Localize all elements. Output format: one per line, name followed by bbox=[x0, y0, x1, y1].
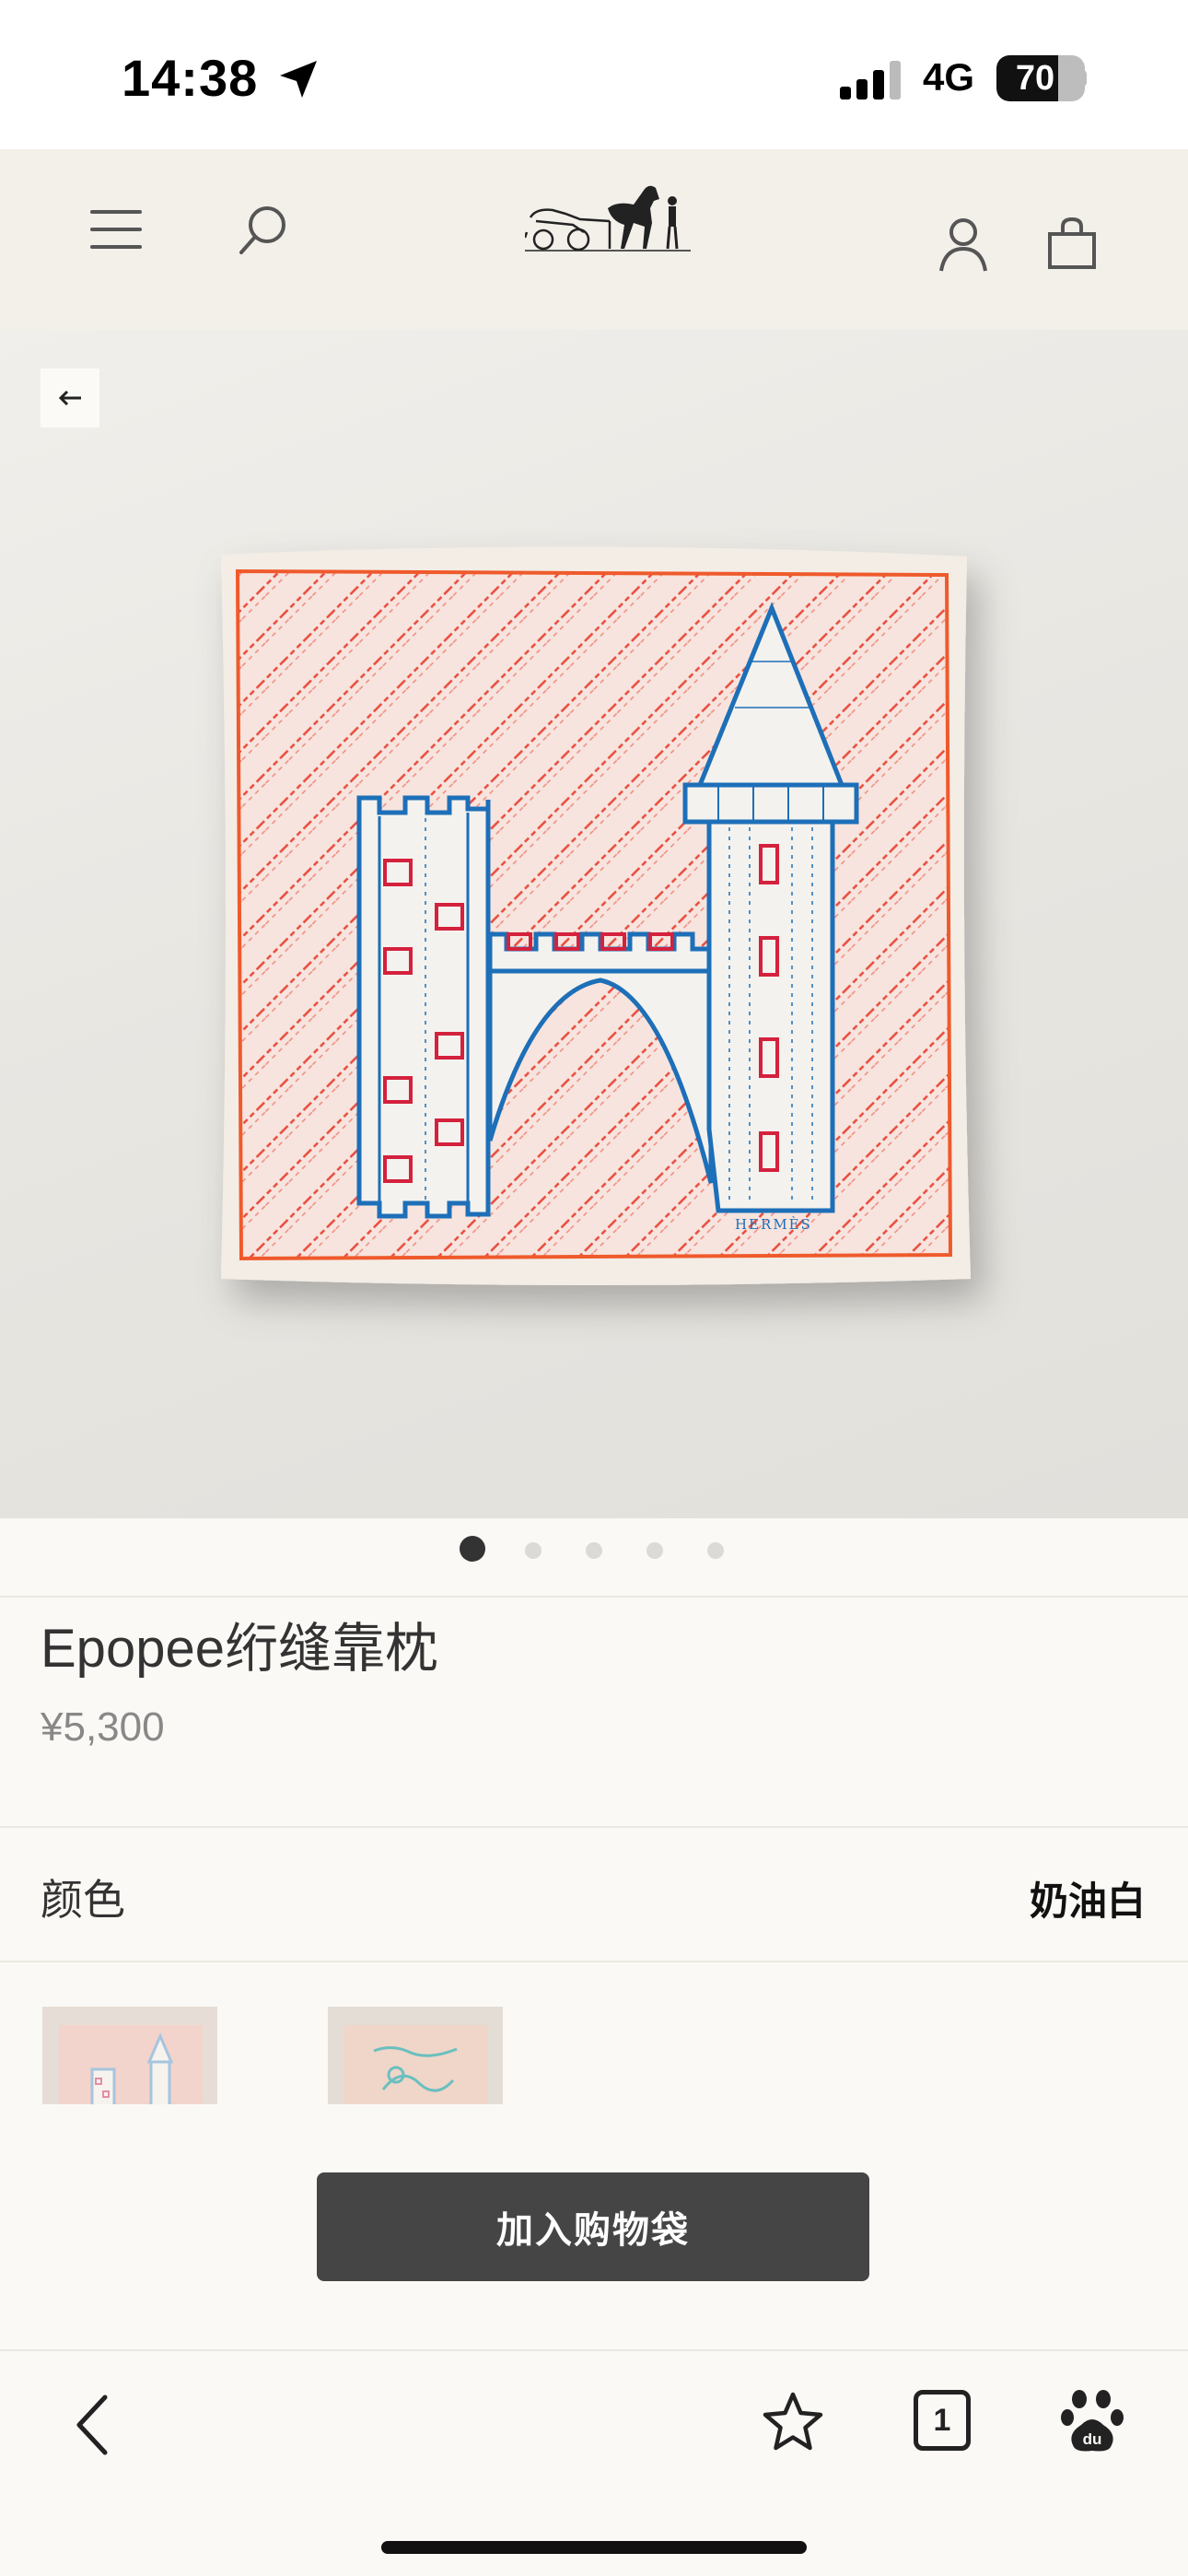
back-chevron-icon[interactable] bbox=[72, 2392, 112, 2458]
swatch-thumbnail bbox=[344, 2025, 488, 2104]
color-value: 奶油白 bbox=[1029, 1879, 1146, 1923]
pillow-signature: HERMÈS bbox=[735, 1216, 812, 1233]
quilted-pillow-illustration: HERMÈS bbox=[221, 546, 971, 1285]
menu-icon[interactable] bbox=[88, 206, 144, 252]
light-blue-swatch[interactable] bbox=[328, 2007, 503, 2104]
tabs-icon[interactable]: 1 bbox=[914, 2390, 971, 2451]
star-icon[interactable] bbox=[761, 2390, 825, 2454]
site-header bbox=[0, 149, 1188, 330]
color-label: 颜色 bbox=[41, 1876, 125, 1924]
hermes-carriage-logo[interactable] bbox=[525, 181, 691, 254]
swatch-thumbnail bbox=[59, 2025, 203, 2104]
status-time: 14:38 bbox=[122, 49, 259, 107]
account-icon[interactable] bbox=[938, 216, 989, 273]
product-image[interactable]: HERMÈS bbox=[0, 330, 1188, 1518]
product-title: Epopee绗缝靠枕 bbox=[41, 1619, 438, 1679]
home-indicator bbox=[381, 2541, 807, 2554]
status-bar: 14:38 4G 70 bbox=[0, 0, 1188, 149]
cellular-signal-icon bbox=[840, 61, 901, 100]
search-icon[interactable] bbox=[236, 203, 291, 258]
carousel-dot-5[interactable] bbox=[707, 1542, 724, 1559]
add-to-bag-button[interactable]: 加入购物袋 bbox=[317, 2172, 869, 2281]
carousel-dot-2[interactable] bbox=[525, 1542, 542, 1559]
battery-icon: 70 bbox=[996, 55, 1085, 101]
shopping-bag-icon[interactable] bbox=[1046, 216, 1098, 271]
carousel-dot-1[interactable] bbox=[460, 1536, 485, 1562]
cream-white-swatch[interactable] bbox=[42, 2007, 217, 2104]
image-back-button[interactable] bbox=[41, 369, 99, 427]
divider bbox=[0, 1961, 1188, 1962]
battery-tip bbox=[1079, 69, 1087, 88]
divider bbox=[0, 1596, 1188, 1598]
battery-percent: 70 bbox=[1015, 59, 1055, 98]
location-arrow-icon bbox=[280, 61, 317, 98]
network-type: 4G bbox=[923, 55, 975, 99]
carousel-dot-3[interactable] bbox=[586, 1542, 602, 1559]
carousel-dot-4[interactable] bbox=[646, 1542, 663, 1559]
divider bbox=[0, 1826, 1188, 1828]
arrow-left-icon bbox=[58, 390, 81, 406]
product-price: ¥5,300 bbox=[41, 1704, 165, 1750]
carousel-indicator bbox=[0, 1518, 1188, 1599]
svg-text:du: du bbox=[1083, 2430, 1102, 2448]
baidu-paw-icon[interactable]: du bbox=[1061, 2388, 1124, 2454]
tab-count: 1 bbox=[933, 2402, 951, 2438]
